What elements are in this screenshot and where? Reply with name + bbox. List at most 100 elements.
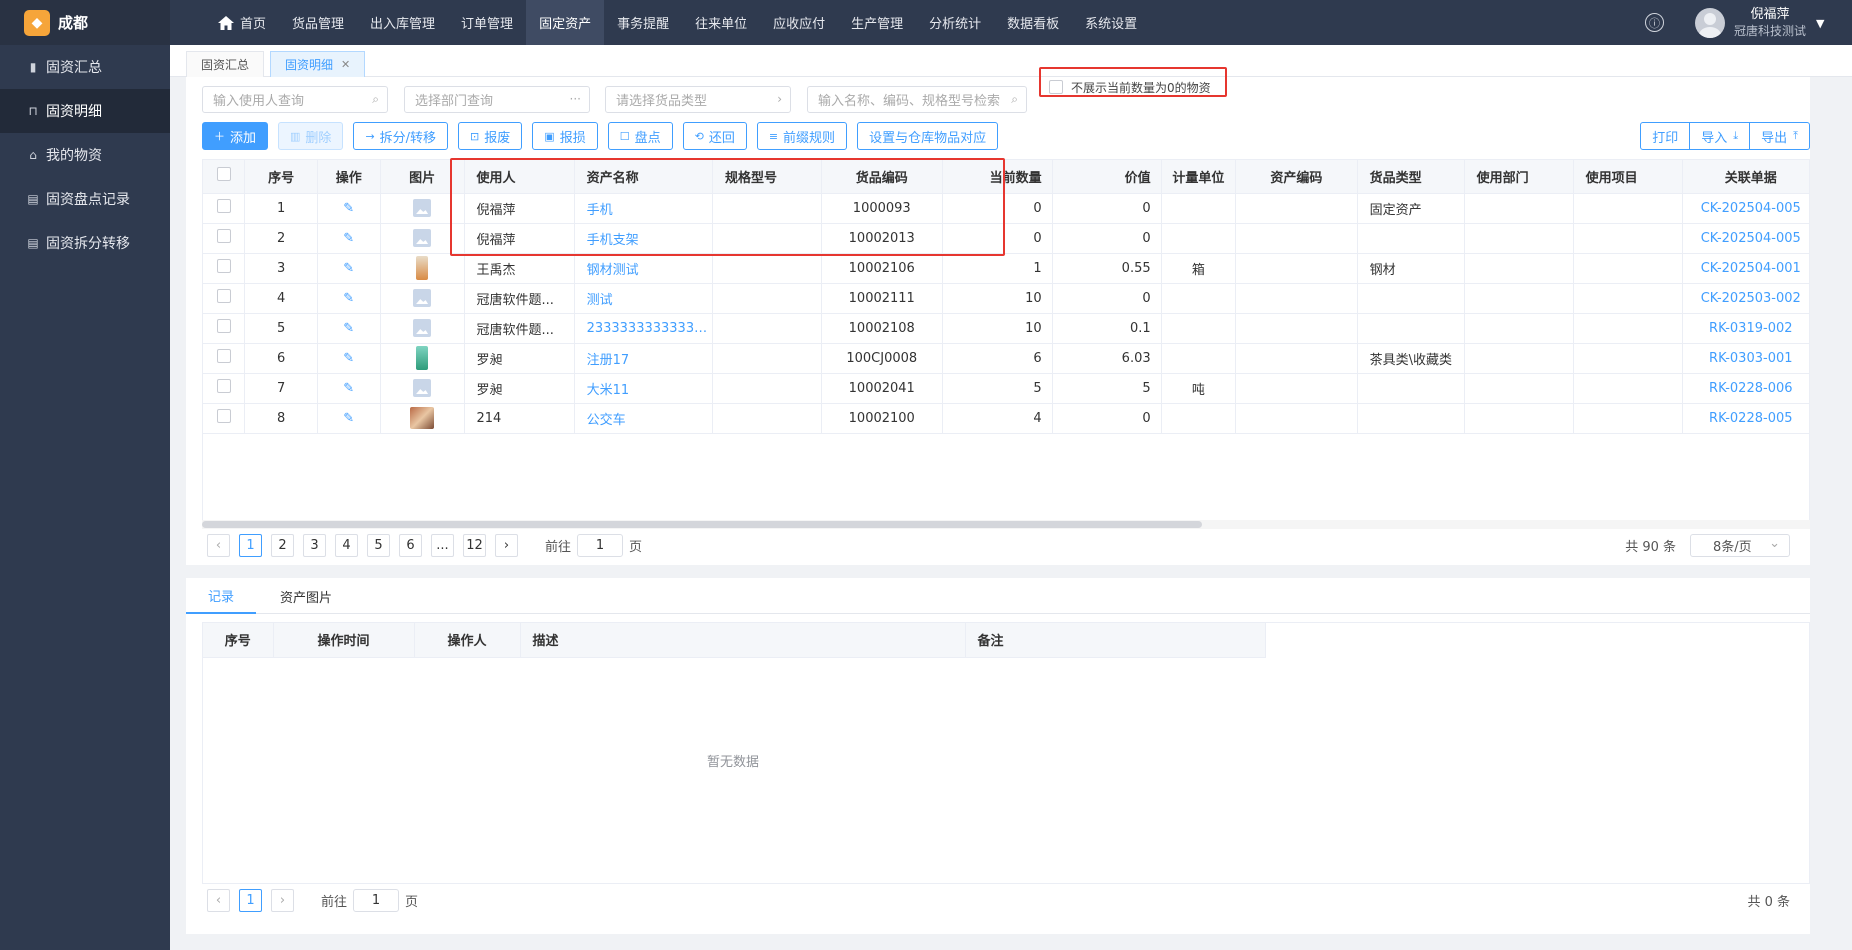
cell-ref[interactable]: CK-202504-001	[1682, 253, 1809, 284]
inventory-button[interactable]: ☐ 盘点	[607, 122, 673, 150]
checkbox[interactable]	[216, 229, 231, 243]
more-pages-button[interactable]: ...	[431, 533, 454, 557]
nav-home[interactable]: 首页	[205, 0, 279, 45]
row-select-cell[interactable]	[203, 373, 246, 404]
nav-orders[interactable]: 订单管理	[448, 0, 526, 45]
nav-partners[interactable]: 往来单位	[682, 0, 760, 45]
horizontal-scrollbar[interactable]	[202, 520, 1810, 529]
table-row[interactable]: 4 ✎ 冠唐软件题... 测试 10002111 10 0 CK-202503-002	[203, 283, 1809, 314]
cell-name[interactable]: 钢材测试	[574, 253, 713, 284]
cell-ref[interactable]: RK-0303-001	[1682, 343, 1809, 374]
sidebar-item-split-transfer[interactable]: ▤ 固资拆分转移	[0, 221, 170, 265]
cell-name[interactable]: 2333333333333323	[574, 313, 713, 344]
table-row[interactable]: 2 ✎ 倪福萍 手机支架 10002013 0 0 CK-202504-005	[203, 223, 1809, 254]
edit-icon[interactable]: ✎	[343, 231, 354, 246]
cell-name[interactable]: 大米11	[574, 373, 713, 404]
tab-records[interactable]: 记录	[186, 578, 256, 614]
logo[interactable]: ◆ 成都	[0, 0, 170, 45]
row-select-cell[interactable]	[203, 223, 246, 254]
goto-page-input[interactable]: 1	[353, 888, 400, 912]
table-row[interactable]: 8 ✎ 214 公交车 10002100 4 0 RK-0228-005	[203, 403, 1809, 434]
import-button[interactable]: 导入 ⤓	[1689, 122, 1751, 150]
delete-button[interactable]: ▥ 删除	[278, 122, 344, 150]
thumbnail-image[interactable]	[413, 229, 432, 247]
table-row[interactable]: 1 ✎ 倪福萍 手机 1000093 0 0 固定资产 CK-202504-005	[203, 193, 1809, 224]
tab-asset-images[interactable]: 资产图片	[268, 578, 344, 614]
return-button[interactable]: ⟲ 还回	[682, 122, 747, 150]
sidebar-item-detail[interactable]: ⊓ 固资明细	[0, 89, 170, 133]
table-row[interactable]: 5 ✎ 冠唐软件题... 2333333333333323 10002108 10 0.1 R…	[203, 313, 1809, 344]
cell-ref[interactable]: CK-202504-005	[1682, 193, 1809, 224]
nav-reminders[interactable]: 事务提醒	[604, 0, 682, 45]
nav-analytics[interactable]: 分析统计	[916, 0, 994, 45]
cell-ref[interactable]: RK-0319-002	[1682, 313, 1809, 344]
page-button[interactable]: 4	[335, 533, 358, 557]
row-select-cell[interactable]	[203, 193, 246, 224]
prev-page-button[interactable]: ‹	[207, 533, 230, 557]
checkbox[interactable]	[216, 289, 231, 303]
scrap-button[interactable]: ⊡ 报废	[458, 122, 523, 150]
page-size-select[interactable]: 8条/页	[1690, 533, 1790, 557]
hide-zero-checkbox[interactable]: 不展示当前数量为0的物资	[1049, 77, 1211, 97]
export-button[interactable]: 导出 ⤒	[1749, 122, 1810, 150]
cell-ref[interactable]: RK-0228-006	[1682, 373, 1809, 404]
thumbnail-image[interactable]	[413, 199, 432, 217]
tab-summary[interactable]: 固资汇总	[186, 51, 265, 77]
close-icon[interactable]: ✕	[341, 58, 350, 71]
thumbnail-image[interactable]	[416, 346, 429, 370]
edit-icon[interactable]: ✎	[343, 351, 354, 366]
checkbox[interactable]	[216, 199, 231, 213]
sidebar-item-summary[interactable]: ▮ 固资汇总	[0, 45, 170, 89]
edit-icon[interactable]: ✎	[343, 291, 354, 306]
prev-page-button[interactable]: ‹	[207, 888, 230, 912]
edit-icon[interactable]: ✎	[343, 201, 354, 216]
thumbnail-image[interactable]	[416, 256, 429, 280]
row-select-cell[interactable]	[203, 313, 246, 344]
add-button[interactable]: ＋ 添加	[202, 122, 269, 150]
tab-detail[interactable]: 固资明细 ✕	[270, 51, 366, 77]
table-row[interactable]: 6 ✎ 罗昶 注册17 100CJ0008 6 6.03 茶具类\收藏类 RK-0303-001…	[203, 343, 1809, 374]
page-button[interactable]: 2	[271, 533, 294, 557]
row-select-cell[interactable]	[203, 403, 246, 434]
edit-icon[interactable]: ✎	[343, 261, 354, 276]
goto-page-input[interactable]: 1	[577, 533, 624, 557]
nav-dashboard[interactable]: 数据看板	[994, 0, 1072, 45]
thumbnail-image[interactable]	[413, 289, 432, 307]
goods-type-select[interactable]: 请选择货品类型 ›	[605, 86, 791, 113]
row-select-cell[interactable]	[203, 343, 246, 374]
table-row[interactable]: 3 ✎ 王禹杰 钢材测试 10002106 1 0.55 箱 钢材 CK-202504-001	[203, 253, 1809, 284]
checkbox[interactable]	[216, 167, 231, 182]
page-button[interactable]: 5	[367, 533, 390, 557]
cell-name[interactable]: 公交车	[574, 403, 713, 434]
user-menu[interactable]: 倪福萍 冠唐科技测试 ▼	[1695, 5, 1824, 41]
nav-production[interactable]: 生产管理	[838, 0, 916, 45]
nav-fixed-assets[interactable]: 固定资产	[526, 0, 605, 45]
checkbox[interactable]	[216, 349, 231, 363]
print-button[interactable]: 打印	[1640, 122, 1691, 150]
scrollbar-thumb[interactable]	[202, 521, 1202, 528]
page-button[interactable]: 6	[399, 533, 422, 557]
checkbox[interactable]	[216, 409, 231, 423]
select-all-cell[interactable]	[203, 160, 246, 194]
thumbnail-image[interactable]	[413, 379, 432, 397]
prefix-rule-button[interactable]: ≡ 前缀规则	[756, 122, 848, 150]
next-page-button[interactable]: ›	[271, 888, 294, 912]
edit-icon[interactable]: ✎	[343, 321, 354, 336]
nav-goods[interactable]: 货品管理	[279, 0, 357, 45]
damage-button[interactable]: ▣ 报损	[532, 122, 598, 150]
sidebar-item-my-assets[interactable]: ⌂ 我的物资	[0, 133, 170, 177]
checkbox[interactable]	[216, 259, 231, 273]
page-button[interactable]: 3	[303, 533, 326, 557]
cell-name[interactable]: 注册17	[574, 343, 713, 374]
user-search-input[interactable]: 输入使用人查询 ⌕	[202, 86, 388, 113]
page-button[interactable]: 1	[239, 888, 262, 912]
thumbnail-image[interactable]	[410, 407, 435, 429]
dept-select[interactable]: 选择部门查询 ···	[404, 86, 590, 113]
thumbnail-image[interactable]	[413, 319, 432, 337]
map-warehouse-button[interactable]: 设置与仓库物品对应	[857, 122, 999, 150]
next-page-button[interactable]: ›	[495, 533, 518, 557]
page-button[interactable]: 12	[463, 533, 486, 557]
cell-ref[interactable]: CK-202504-005	[1682, 223, 1809, 254]
nav-receivables[interactable]: 应收应付	[760, 0, 838, 45]
row-select-cell[interactable]	[203, 253, 246, 284]
